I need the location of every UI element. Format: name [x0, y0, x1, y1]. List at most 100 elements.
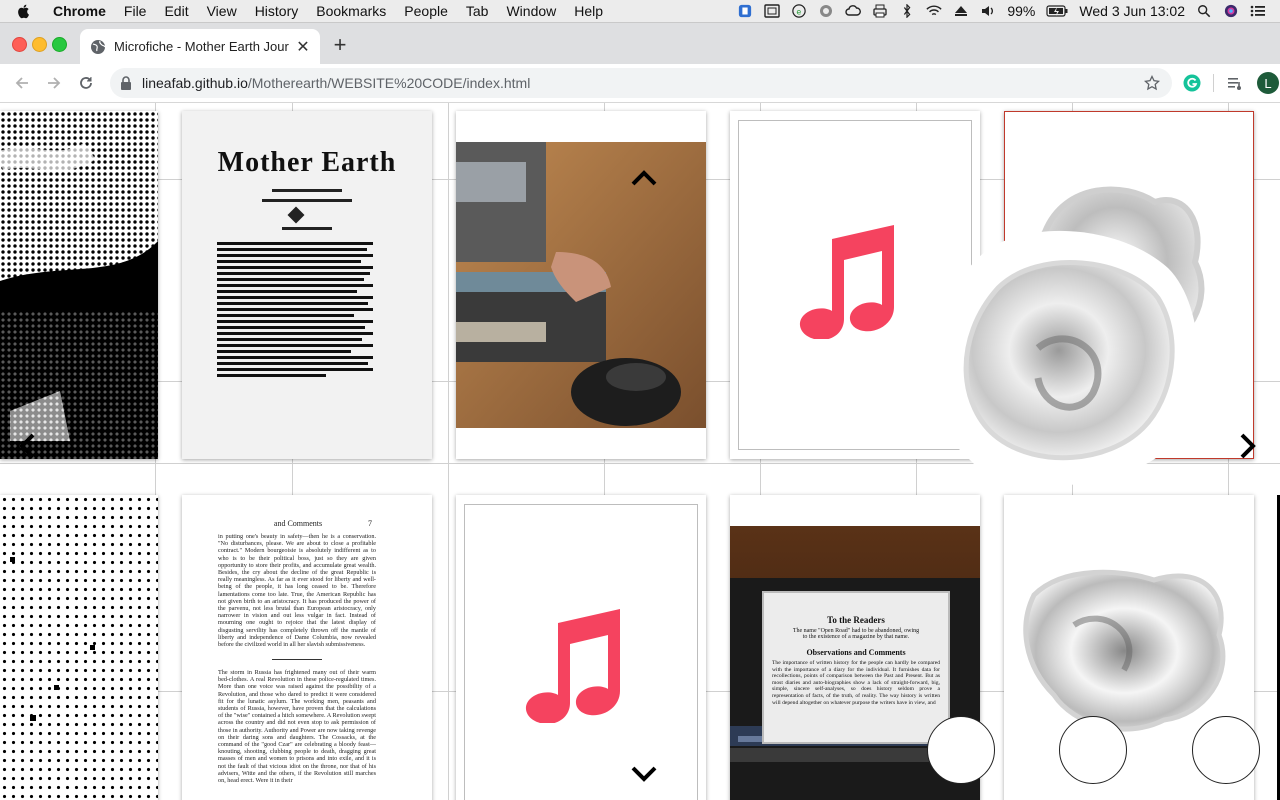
- dot-mark: [54, 685, 59, 690]
- prev-button[interactable]: [12, 431, 42, 461]
- menu-view[interactable]: View: [198, 3, 246, 19]
- reader-photo: [456, 142, 706, 428]
- grammarly-extension-icon[interactable]: [1183, 74, 1201, 92]
- fiche-card-text-page[interactable]: and Comments 7 in putting one's beauty i…: [182, 495, 432, 800]
- back-button[interactable]: [12, 73, 32, 93]
- menu-bookmarks[interactable]: Bookmarks: [307, 3, 395, 19]
- app-status-icon[interactable]: [737, 4, 753, 18]
- dot-mark: [30, 715, 36, 721]
- menu-edit[interactable]: Edit: [155, 3, 197, 19]
- tab-title: Microfiche - Mother Earth Jour: [114, 39, 289, 54]
- fiche-card-halftone[interactable]: [0, 111, 158, 459]
- svg-text:e: e: [797, 8, 802, 17]
- grid-line: [448, 103, 449, 800]
- browser-toolbar: lineafab.github.io/Motherearth/WEBSITE%2…: [0, 64, 1280, 103]
- menu-file[interactable]: File: [115, 3, 156, 19]
- chevron-up-icon: [631, 170, 657, 186]
- circle-control-3[interactable]: [1192, 716, 1260, 784]
- menu-help[interactable]: Help: [565, 3, 612, 19]
- screen-heading-2: Observations and Comments: [806, 648, 906, 657]
- scroll-up-control[interactable]: [629, 163, 659, 193]
- menu-people[interactable]: People: [395, 3, 457, 19]
- creative-cloud-icon[interactable]: [845, 4, 862, 18]
- next-button[interactable]: [1233, 431, 1263, 461]
- macos-menu-bar: Chrome File Edit View History Bookmarks …: [0, 0, 1280, 23]
- menu-history[interactable]: History: [246, 3, 308, 19]
- battery-charging-icon[interactable]: [1046, 4, 1068, 18]
- url-path: /Motherearth/WEBSITE%20CODE/index.html: [247, 75, 531, 91]
- clock[interactable]: Wed 3 Jun 13:02: [1079, 3, 1185, 19]
- page-divider: [272, 659, 322, 660]
- window-minimize-button[interactable]: [32, 37, 47, 52]
- doc-ornament: [287, 206, 305, 224]
- spotlight-search-icon[interactable]: [1196, 4, 1212, 18]
- profile-avatar[interactable]: L: [1257, 72, 1279, 94]
- menu-tab[interactable]: Tab: [457, 3, 498, 19]
- circle-control-2[interactable]: [1059, 716, 1127, 784]
- screen-line-2: to the existence of a magazine by that n…: [802, 634, 910, 640]
- reload-button[interactable]: [76, 73, 96, 93]
- browser-tab-active[interactable]: Microfiche - Mother Earth Jour ✕: [80, 29, 320, 64]
- doc-rule: [282, 227, 332, 230]
- liquid-chrome-overlay: [928, 230, 1198, 486]
- dot-mark: [10, 557, 15, 562]
- music-note-icon[interactable]: [524, 607, 624, 723]
- arrow-right-icon: [48, 77, 61, 89]
- page-paragraph-1: in putting one's beauty in safety—then h…: [218, 533, 376, 649]
- tab-close-icon[interactable]: ✕: [295, 39, 311, 56]
- window-status-icon[interactable]: [764, 4, 781, 18]
- bookmark-star-icon[interactable]: [1144, 75, 1160, 91]
- volume-icon[interactable]: [980, 4, 996, 18]
- reload-icon: [80, 77, 92, 89]
- doc-rule: [262, 199, 352, 202]
- page-paragraph-2: The storm in Russia has frightened many …: [218, 669, 376, 785]
- chevron-right-icon: [1240, 433, 1256, 459]
- window-close-button[interactable]: [12, 37, 27, 52]
- dot-mark: [90, 645, 95, 650]
- menu-app-name[interactable]: Chrome: [44, 3, 115, 19]
- page-number: 7: [368, 519, 372, 528]
- status-area: e 99% Wed 3 Jun 13:02: [737, 3, 1280, 19]
- cloud-sync-icon[interactable]: [818, 4, 834, 18]
- menu-window[interactable]: Window: [497, 3, 565, 19]
- printer-icon[interactable]: [872, 4, 888, 18]
- siri-icon[interactable]: [1223, 4, 1239, 18]
- toolbar-divider: [1213, 74, 1214, 92]
- new-tab-button[interactable]: +: [330, 34, 350, 56]
- circle-control-1[interactable]: [927, 716, 995, 784]
- media-queue-icon[interactable]: [1226, 74, 1244, 92]
- chevron-left-icon: [19, 433, 35, 459]
- doc-title: Mother Earth: [217, 147, 397, 178]
- fiche-card-sparse-dots[interactable]: [0, 495, 158, 800]
- address-bar[interactable]: lineafab.github.io/Motherearth/WEBSITE%2…: [110, 68, 1172, 98]
- notification-center-icon[interactable]: [1250, 4, 1266, 18]
- forward-button[interactable]: [44, 73, 64, 93]
- music-note-icon[interactable]: [798, 223, 898, 339]
- wifi-icon[interactable]: [926, 4, 942, 18]
- eject-icon[interactable]: [953, 4, 969, 18]
- microfiche-grid: Mother Earth and Comments 7 in putting o…: [0, 103, 1280, 800]
- scroll-down-control[interactable]: [629, 759, 659, 789]
- page-running-head: and Comments: [273, 519, 323, 528]
- url-text: lineafab.github.io/Motherearth/WEBSITE%2…: [142, 75, 530, 91]
- doc-rule: [272, 189, 342, 192]
- browser-tab-strip: Microfiche - Mother Earth Jour ✕ +: [0, 23, 1280, 64]
- doc-body-lines: [217, 239, 373, 380]
- apple-logo-icon[interactable]: [16, 3, 32, 19]
- sparse-dot-pattern: [0, 495, 158, 800]
- screen-document: To the Readers The name "Open Road" had …: [762, 591, 950, 744]
- arrow-left-icon: [15, 77, 28, 89]
- fiche-card-cover-page[interactable]: Mother Earth: [182, 111, 432, 459]
- fiche-card-audio-2[interactable]: [456, 495, 706, 800]
- fiche-card-reader-photo[interactable]: [456, 111, 706, 459]
- globe-icon: [91, 39, 106, 54]
- lock-icon[interactable]: [120, 76, 132, 90]
- battery-percent: 99%: [1007, 3, 1036, 19]
- url-host: lineafab.github.io: [142, 75, 248, 91]
- window-zoom-button[interactable]: [52, 37, 67, 52]
- evernote-status-icon[interactable]: e: [791, 4, 807, 18]
- screen-body: The importance of written history for th…: [772, 660, 940, 706]
- screen-heading: To the Readers: [827, 615, 885, 625]
- chevron-down-icon: [631, 766, 657, 782]
- bluetooth-icon[interactable]: [899, 4, 915, 18]
